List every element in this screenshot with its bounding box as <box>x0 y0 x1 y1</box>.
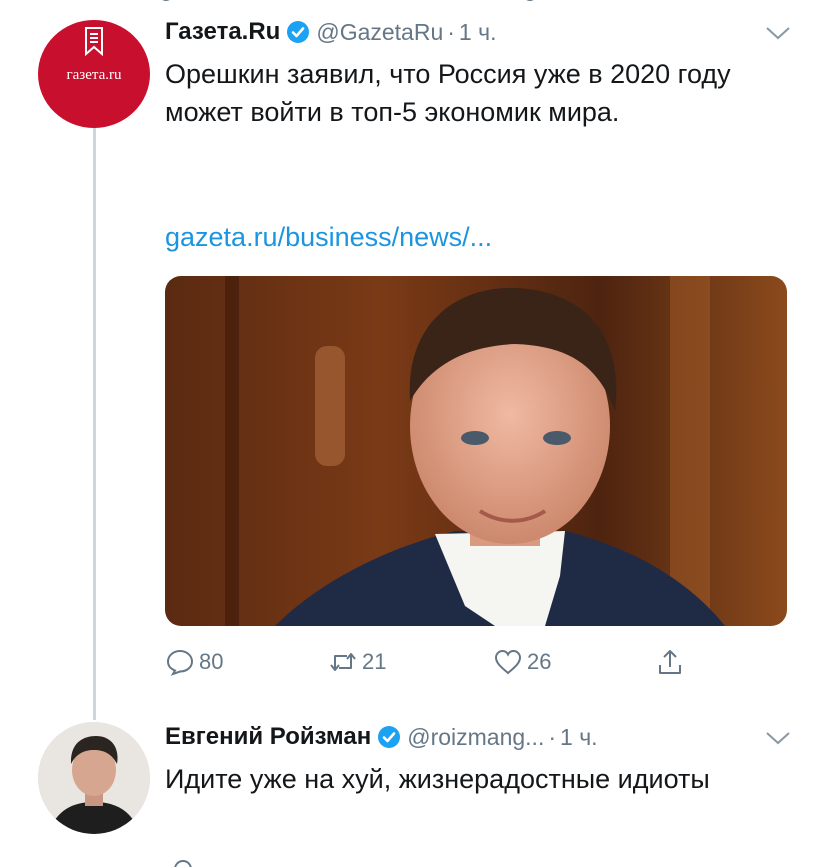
avatar[interactable]: газета.ru <box>38 20 150 128</box>
like-icon <box>494 649 522 675</box>
photo-image <box>165 276 787 626</box>
author-name[interactable]: Евгений Ройзман <box>165 723 371 751</box>
tweet-text: Идите уже на хуй, жизнерадостные идиоты <box>165 764 710 794</box>
retweet-count: 21 <box>362 649 387 674</box>
separator-dot: · <box>447 18 455 45</box>
reply-icon <box>166 649 194 676</box>
previous-tweet-clip <box>162 0 534 1</box>
retweet-action[interactable]: 21 <box>328 644 386 680</box>
separator-dot: · <box>548 723 557 750</box>
tweet-text: Орешкин заявил, что Россия уже в 2020 го… <box>165 59 731 127</box>
tweet-timestamp[interactable]: 1 ч. <box>459 19 497 46</box>
share-action[interactable] <box>655 644 689 680</box>
tweet-photo[interactable] <box>165 276 787 626</box>
tweet-timestamp[interactable]: 1 ч. <box>560 724 598 751</box>
share-icon <box>659 650 681 674</box>
tweet-header: Газета.Ru @GazetaRu · 1 ч. <box>165 15 496 49</box>
chevron-down-icon[interactable] <box>765 25 791 41</box>
reply-count: 80 <box>199 649 224 674</box>
chevron-down-icon[interactable] <box>765 730 791 746</box>
author-name[interactable]: Газета.Ru <box>165 18 280 46</box>
verified-badge-icon <box>287 21 310 43</box>
tweet-actions: 80 21 26 <box>165 644 725 680</box>
author-handle[interactable]: @GazetaRu <box>316 19 443 46</box>
next-actions-clip <box>174 860 192 867</box>
bookmark-logo-icon <box>85 27 103 56</box>
avatar[interactable] <box>38 722 150 834</box>
retweet-icon <box>330 653 356 671</box>
thread-connector-line <box>93 128 96 720</box>
avatar-photo <box>38 722 150 834</box>
author-handle[interactable]: @roizmang... <box>407 724 544 751</box>
like-count: 26 <box>527 649 552 674</box>
like-action[interactable]: 26 <box>493 644 551 680</box>
verified-badge-icon <box>378 726 401 748</box>
avatar-logo-text: газета.ru <box>66 67 122 83</box>
tweet-link[interactable]: gazeta.ru/business/news/... <box>165 222 492 253</box>
reply-action[interactable]: 80 <box>165 644 223 680</box>
tweet-header: Евгений Ройзман @roizmang... · 1 ч. <box>165 720 598 754</box>
